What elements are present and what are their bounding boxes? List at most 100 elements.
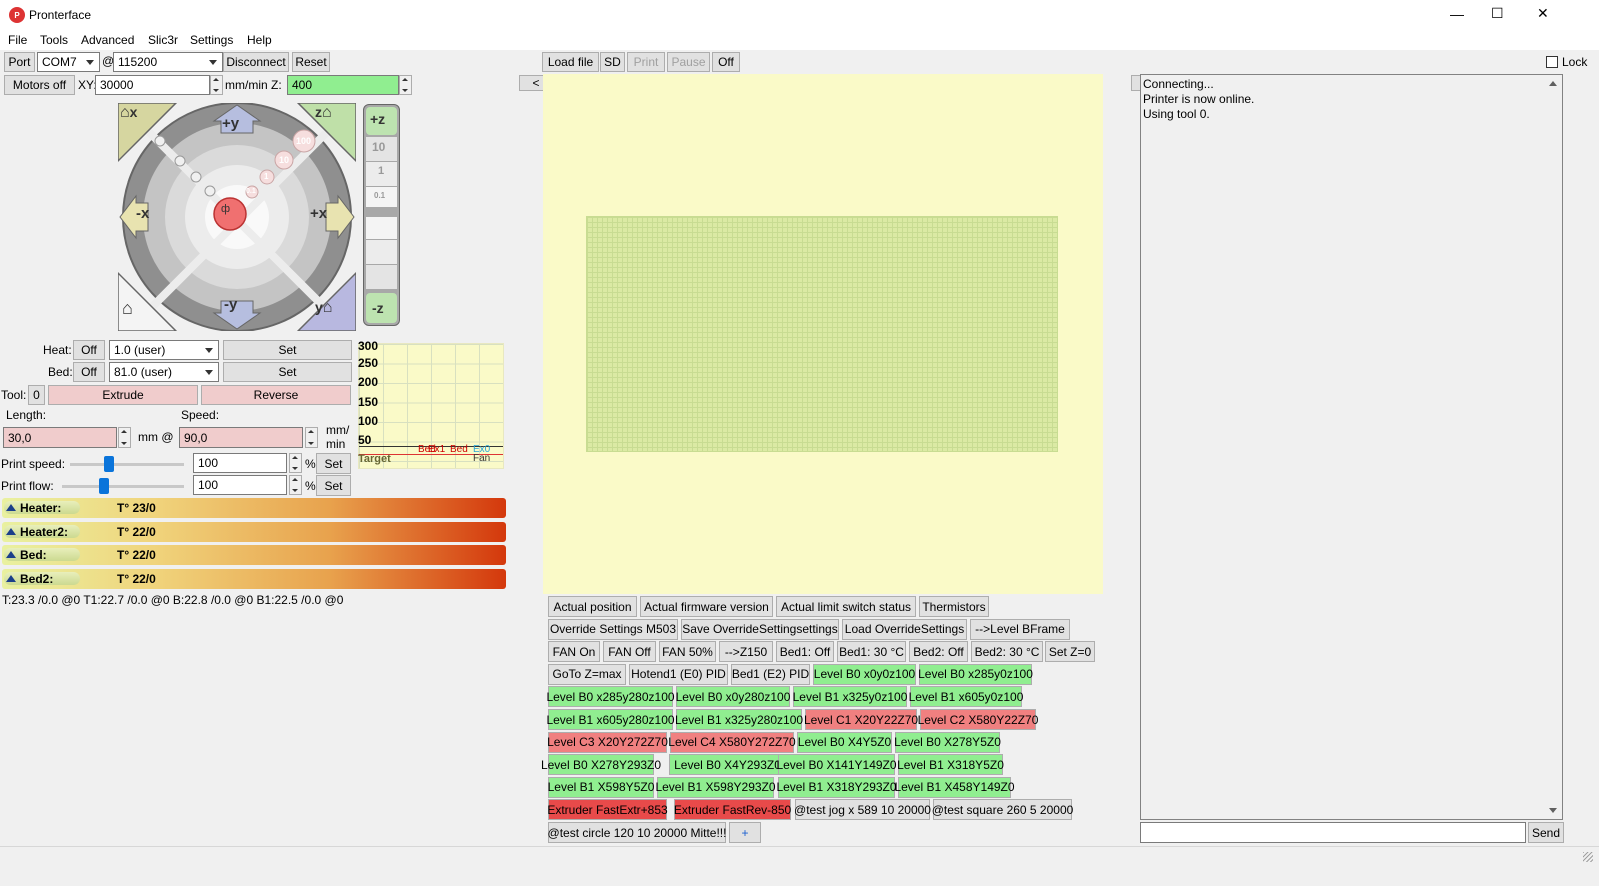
off-button[interactable]: Off xyxy=(712,52,740,72)
bed-set-button[interactable]: Set xyxy=(223,362,352,382)
print-flow-spinner[interactable] xyxy=(289,475,302,495)
macro-button[interactable]: Bed2: 30 °C xyxy=(971,641,1043,663)
macro-button[interactable]: Hotend1 (E0) PID xyxy=(629,663,728,685)
macro-button[interactable]: Thermistors xyxy=(919,596,989,617)
print-flow-input[interactable]: 100 xyxy=(193,475,287,495)
port-select[interactable]: COM7 xyxy=(37,52,100,72)
print-speed-spinner[interactable] xyxy=(289,453,302,473)
motors-off-button[interactable]: Motors off xyxy=(4,75,75,95)
jog-step-1[interactable]: 1 xyxy=(264,172,268,181)
lock-checkbox[interactable] xyxy=(1546,56,1558,68)
resize-grip-icon[interactable] xyxy=(1583,852,1593,862)
jog-plus-x[interactable]: +x xyxy=(310,205,327,222)
macro-button[interactable]: Bed1: Off xyxy=(776,641,834,663)
macro-button[interactable]: GoTo Z=max xyxy=(548,663,626,685)
macro-button[interactable]: Extruder FastExtr+853 xyxy=(547,799,668,821)
macro-button[interactable]: Level B0 x285y0z100 xyxy=(918,663,1033,685)
macro-button[interactable]: Level B1 x325y0z100 xyxy=(793,686,907,708)
print-speed-set-button[interactable]: Set xyxy=(316,453,351,474)
macro-button[interactable]: Level B0 X141Y149Z0 xyxy=(776,754,897,776)
print-flow-set-button[interactable]: Set xyxy=(316,475,351,496)
jog-minus-y[interactable]: -y xyxy=(224,296,237,313)
macro-button[interactable]: FAN Off xyxy=(603,641,656,663)
scroll-up-icon[interactable] xyxy=(1549,81,1557,86)
macro-button[interactable]: Override Settings M503 xyxy=(548,618,678,640)
z-feedrate-input[interactable]: 400 xyxy=(287,75,399,95)
macro-button[interactable]: Level B1 X318Y5Z0 xyxy=(897,754,1004,776)
macro-button[interactable]: Bed2: Off xyxy=(909,641,968,663)
close-button[interactable]: ✕ xyxy=(1537,5,1549,22)
bed-temp-select[interactable]: 81.0 (user) xyxy=(109,362,219,382)
macro-button[interactable]: Level B0 x285y280z100 xyxy=(546,686,675,708)
jog-step-10[interactable]: 10 xyxy=(279,155,289,165)
load-file-button[interactable]: Load file xyxy=(542,52,599,72)
home-all-icon[interactable]: ⌂ xyxy=(122,298,133,319)
z-feedrate-spinner[interactable] xyxy=(399,75,412,95)
macro-button[interactable]: -->Z150 xyxy=(719,641,773,663)
print-speed-slider[interactable] xyxy=(104,456,114,472)
bed-off-button[interactable]: Off xyxy=(73,362,105,382)
macro-button[interactable]: Level C3 X20Y272Z70 xyxy=(547,731,668,753)
macro-button[interactable]: Level B1 X458Y149Z0 xyxy=(894,776,1015,798)
menu-tools[interactable]: Tools xyxy=(40,33,68,47)
macro-button[interactable]: @test circle 120 10 20000 Mitte!!! xyxy=(548,822,726,843)
z-step-0-1[interactable]: 0.1 xyxy=(374,191,385,200)
macro-button[interactable]: Save OverrideSettingsettings xyxy=(681,618,839,640)
jog-step-0-1[interactable]: 0.1 xyxy=(246,188,256,195)
macro-button[interactable]: Level B0 X4Y5Z0 xyxy=(797,731,892,753)
console-scrollbar[interactable] xyxy=(1545,75,1562,819)
reverse-button[interactable]: Reverse xyxy=(201,385,351,405)
disconnect-button[interactable]: Disconnect xyxy=(223,52,289,72)
macro-button[interactable]: Level B0 X4Y293Z0 xyxy=(669,754,786,776)
print-button[interactable]: Print xyxy=(627,52,665,72)
macro-button[interactable]: Level B0 X278Y5Z0 xyxy=(894,731,1001,753)
sd-button[interactable]: SD xyxy=(600,52,625,72)
macro-button[interactable]: Level B1 X598Y5Z0 xyxy=(548,776,654,798)
reset-button[interactable]: Reset xyxy=(292,52,330,72)
length-input[interactable]: 30,0 xyxy=(3,427,117,448)
macro-button[interactable]: Level C1 X20Y22Z70 xyxy=(804,709,918,730)
macro-button[interactable]: Level C4 X580Y272Z70 xyxy=(668,731,796,753)
baud-select[interactable]: 115200 xyxy=(113,52,223,72)
command-input[interactable] xyxy=(1140,822,1526,843)
macro-button[interactable]: @test square 260 5 20000 xyxy=(932,799,1073,821)
scroll-down-icon[interactable] xyxy=(1549,808,1557,813)
macro-button[interactable]: Set Z=0 xyxy=(1045,641,1095,663)
length-spinner[interactable] xyxy=(118,427,131,448)
pause-button[interactable]: Pause xyxy=(667,52,710,72)
print-flow-slider[interactable] xyxy=(99,478,109,494)
macro-button[interactable]: Level B1 x605y0z100 xyxy=(909,686,1023,708)
z-jog-control[interactable] xyxy=(363,104,400,326)
macro-button[interactable]: -->Level BFrame xyxy=(970,618,1070,640)
home-y-icon[interactable]: y⌂ xyxy=(315,299,332,317)
macro-button[interactable]: Load OverrideSettings xyxy=(842,618,967,640)
macro-button[interactable]: Actual position xyxy=(548,596,637,617)
heat-off-button[interactable]: Off xyxy=(73,340,105,360)
home-z-icon[interactable]: z⌂ xyxy=(315,104,332,122)
menu-advanced[interactable]: Advanced xyxy=(81,33,134,47)
macro-button[interactable]: Level B1 X318Y293Z0 xyxy=(776,776,897,798)
print-speed-input[interactable]: 100 xyxy=(193,453,287,473)
menu-help[interactable]: Help xyxy=(247,33,272,47)
tool-select[interactable]: 0 xyxy=(28,385,45,405)
macro-button[interactable]: Level B0 X278Y293Z0 xyxy=(541,754,661,776)
send-button[interactable]: Send xyxy=(1528,822,1564,843)
add-macro-button[interactable]: + xyxy=(729,822,761,843)
z-step-10[interactable]: 10 xyxy=(372,140,385,154)
macro-button[interactable]: Level B0 x0y0z100 xyxy=(813,663,916,685)
xy-feedrate-spinner[interactable] xyxy=(210,75,223,95)
menu-slic3r[interactable]: Slic3r xyxy=(148,33,178,47)
macro-button[interactable]: FAN On xyxy=(548,641,600,663)
jog-step-100[interactable]: 100 xyxy=(296,136,311,146)
home-x-icon[interactable]: ⌂x xyxy=(120,104,137,122)
print-preview-canvas[interactable] xyxy=(543,74,1103,594)
macro-button[interactable]: Actual limit switch status xyxy=(776,596,916,617)
z-step-1[interactable]: 1 xyxy=(378,165,384,177)
jog-minus-x[interactable]: -x xyxy=(136,205,149,222)
macro-button[interactable]: Actual firmware version xyxy=(640,596,773,617)
macro-button[interactable]: Extruder FastRev-850 xyxy=(674,799,791,821)
macro-button[interactable]: FAN 50% xyxy=(659,641,716,663)
extrude-button[interactable]: Extrude xyxy=(48,385,198,405)
menu-file[interactable]: File xyxy=(8,33,27,47)
macro-button[interactable]: Level B1 x605y280z100 xyxy=(546,709,675,730)
